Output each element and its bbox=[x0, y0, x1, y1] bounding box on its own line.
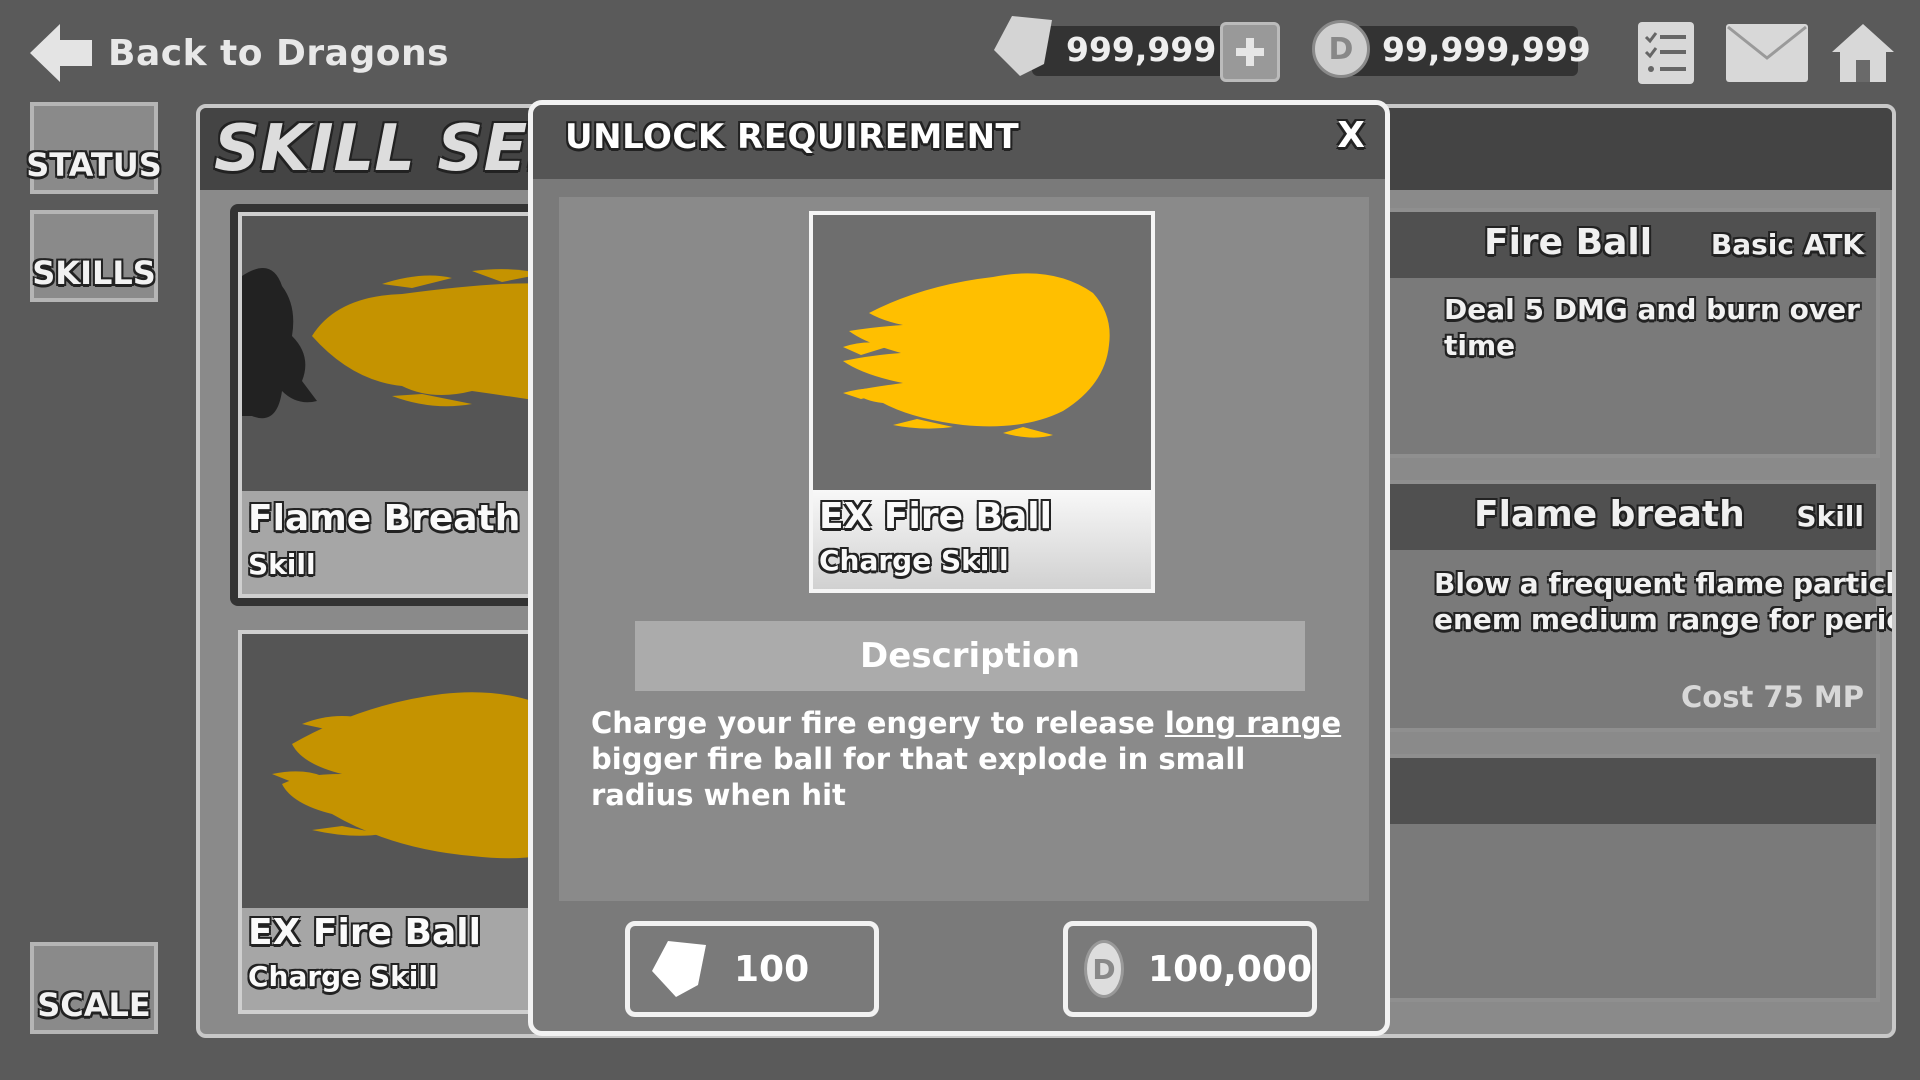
home-icon bbox=[1832, 24, 1894, 82]
skill-preview-art bbox=[813, 215, 1151, 490]
description-header: Description bbox=[635, 621, 1305, 691]
back-to-dragons-button[interactable]: Back to Dragons bbox=[28, 18, 449, 88]
detail-description: Deal 5 DMG and burn over time bbox=[1444, 293, 1860, 362]
back-arrow-icon bbox=[30, 24, 92, 82]
mail-button[interactable] bbox=[1726, 22, 1808, 84]
skill-art bbox=[242, 216, 564, 491]
skill-preview-footer: EX Fire Ball Charge Skill bbox=[813, 490, 1151, 589]
scale-tab[interactable]: SCALE bbox=[30, 942, 158, 1034]
detail-name: Fire Ball bbox=[1484, 222, 1653, 263]
coin-counter: D 99,999,999 bbox=[1312, 18, 1591, 82]
gem-count: 999,999 bbox=[1066, 30, 1217, 69]
card-name: EX Fire Ball bbox=[248, 912, 481, 953]
unlock-requirement-modal: UNLOCK REQUIREMENT X EX Fire Ball Charge… bbox=[528, 100, 1390, 1036]
detail-name: Flame breath bbox=[1474, 494, 1745, 535]
detail-description-line-2: enem medium range for period of second. bbox=[1434, 603, 1892, 636]
fire-ball-illustration bbox=[272, 692, 564, 859]
skill-art bbox=[242, 634, 564, 908]
close-button[interactable]: X bbox=[1337, 115, 1365, 156]
unlock-with-gems-button[interactable]: 100 bbox=[625, 921, 879, 1017]
description-label: Description bbox=[860, 636, 1080, 676]
skill-detail-fire-ball[interactable]: Fire Ball Basic ATK Deal 5 DMG and burn … bbox=[1310, 208, 1880, 458]
detail-description-line-1: Blow a frequent flame particle at your bbox=[1434, 567, 1895, 600]
checklist-icon bbox=[1644, 32, 1686, 72]
back-label: Back to Dragons bbox=[108, 32, 450, 74]
card-type: Skill bbox=[248, 548, 316, 581]
dragon-flame-breath-illustration bbox=[242, 268, 564, 419]
skill-card-ex-fire-ball[interactable]: EX Fire Ball Charge Skill bbox=[238, 630, 568, 1014]
detail-type: Basic ATK bbox=[1710, 228, 1864, 261]
skill-preview-card: EX Fire Ball Charge Skill bbox=[809, 211, 1155, 593]
gem-price: 100 bbox=[734, 948, 810, 990]
skill-card-flame-breath[interactable]: Flame Breath Skill bbox=[238, 212, 568, 598]
quest-list-button[interactable] bbox=[1638, 22, 1694, 84]
card-type: Charge Skill bbox=[248, 960, 438, 993]
card-name: Flame Breath bbox=[248, 498, 521, 539]
description-text: Charge your fire engery to release long … bbox=[591, 706, 1342, 812]
detail-type: Skill bbox=[1796, 500, 1864, 533]
status-tab[interactable]: STATUS bbox=[26, 102, 162, 194]
mail-icon bbox=[1726, 24, 1808, 82]
home-button[interactable] bbox=[1830, 22, 1896, 84]
modal-title: UNLOCK REQUIREMENT bbox=[565, 117, 1020, 157]
detail-header bbox=[1314, 758, 1876, 824]
coin-icon: D bbox=[1084, 940, 1125, 998]
skill-detail-flame-breath[interactable]: Flame breath Skill Blow a frequent flame… bbox=[1310, 480, 1892, 732]
coin-price: 100,000 bbox=[1148, 948, 1312, 990]
coin-icon: D bbox=[1312, 20, 1370, 78]
gem-icon bbox=[994, 16, 1052, 76]
fire-ball-icon bbox=[843, 273, 1110, 438]
coin-count: 99,999,999 bbox=[1382, 30, 1591, 69]
skills-tab[interactable]: SKILLS bbox=[30, 210, 158, 302]
buy-gems-plus-button[interactable] bbox=[1220, 22, 1280, 82]
unlock-with-coins-button[interactable]: D 100,000 bbox=[1063, 921, 1317, 1017]
preview-skill-name: EX Fire Ball bbox=[819, 496, 1052, 537]
plus-icon bbox=[1236, 38, 1264, 66]
modal-body: EX Fire Ball Charge Skill Description Ch… bbox=[559, 197, 1369, 901]
detail-cost: Cost 75 MP bbox=[1681, 680, 1864, 714]
preview-skill-type: Charge Skill bbox=[819, 544, 1009, 577]
description-link: long range bbox=[1164, 706, 1342, 740]
skill-detail-empty[interactable] bbox=[1310, 754, 1880, 1002]
gem-icon bbox=[652, 941, 706, 997]
